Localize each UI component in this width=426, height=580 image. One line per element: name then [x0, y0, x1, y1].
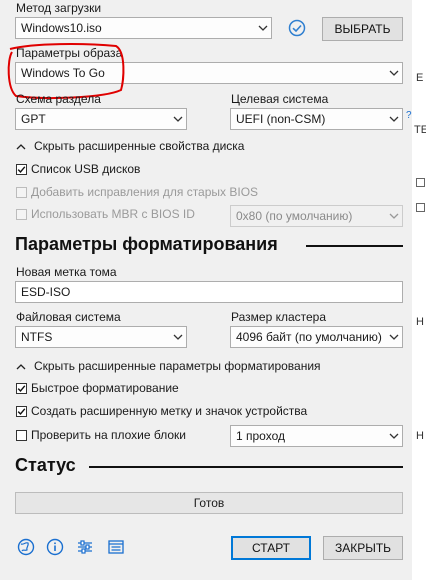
mbr-bios-id-checkbox[interactable]: Использовать MBR с BIOS ID [16, 207, 195, 221]
quick-format-checkbox[interactable]: Быстрое форматирование [16, 381, 179, 395]
format-options-heading: Параметры форматирования [15, 234, 278, 254]
bad-blocks-label: Проверить на плохие блоки [31, 428, 186, 442]
globe-icon[interactable] [16, 537, 36, 557]
volume-label-input[interactable]: ESD-ISO [15, 281, 403, 303]
drive-properties-toggle-label: Скрыть расширенные свойства диска [34, 139, 245, 153]
target-system-label: Целевая система [231, 92, 329, 106]
cluster-size-dropdown[interactable]: 4096 байт (по умолчанию) [230, 326, 403, 348]
old-bios-fixes-checkbox[interactable]: Добавить исправления для старых BIOS [16, 185, 258, 199]
checkmark-icon [16, 382, 27, 394]
target-system-dropdown[interactable]: UEFI (non-CSM) [230, 108, 403, 130]
checkmark-icon [16, 405, 27, 417]
passes-value: 1 проход [236, 429, 285, 443]
checkbox-box [16, 429, 27, 441]
close-button[interactable]: ЗАКРЫТЬ [323, 536, 403, 560]
boot-selection-dropdown[interactable]: Windows10.iso [15, 17, 272, 39]
format-options-toggle-label: Скрыть расширенные параметры форматирова… [34, 359, 321, 373]
background-checkbox-fragment [416, 178, 425, 187]
section-divider [89, 466, 403, 468]
volume-label-label: Новая метка тома [16, 265, 117, 279]
info-icon[interactable] [45, 537, 65, 557]
partition-scheme-label: Схема раздела [16, 92, 101, 106]
chevron-down-icon [386, 70, 402, 76]
old-bios-fixes-label: Добавить исправления для старых BIOS [31, 185, 259, 199]
filesystem-dropdown[interactable]: NTFS [15, 326, 187, 348]
chevron-down-icon [170, 116, 186, 122]
background-text-fragment: Е [416, 72, 424, 84]
chevron-down-icon [386, 116, 402, 122]
passes-dropdown[interactable]: 1 проход [230, 425, 403, 447]
background-text-fragment: ТЕ [414, 124, 426, 136]
chevron-down-icon [386, 213, 402, 219]
quick-format-label: Быстрое форматирование [31, 381, 179, 395]
log-icon[interactable] [106, 537, 126, 557]
rufus-window: Метод загрузки Windows10.iso ВЫБРАТЬ Пар… [0, 0, 412, 580]
section-divider [306, 245, 403, 247]
checkmark-icon [16, 163, 27, 175]
chevron-down-icon [255, 25, 271, 31]
select-image-button[interactable]: ВЫБРАТЬ [322, 17, 403, 41]
filesystem-label: Файловая система [16, 310, 121, 324]
cluster-size-value: 4096 байт (по умолчанию) [236, 330, 382, 344]
checkbox-box [16, 208, 27, 220]
status-heading: Статус [15, 455, 76, 475]
status-progress-bar: Готов [15, 492, 403, 514]
chevron-up-icon [16, 359, 26, 373]
target-system-value: UEFI (non-CSM) [236, 112, 326, 126]
settings-sliders-icon[interactable] [75, 537, 95, 557]
help-icon[interactable]: ? [406, 110, 412, 121]
cluster-size-label: Размер кластера [231, 310, 327, 324]
extended-label-checkbox[interactable]: Создать расширенную метку и значок устро… [16, 404, 307, 418]
bios-id-value: 0x80 (по умолчанию) [236, 209, 353, 223]
bad-blocks-checkbox[interactable]: Проверить на плохие блоки [16, 428, 186, 442]
check-circle-icon[interactable] [287, 18, 307, 38]
start-button[interactable]: СТАРТ [231, 536, 311, 560]
partition-scheme-value: GPT [21, 112, 46, 126]
chevron-up-icon [16, 139, 26, 153]
checkbox-box [16, 186, 27, 198]
chevron-down-icon [386, 334, 402, 340]
mbr-bios-id-label: Использовать MBR с BIOS ID [31, 207, 195, 221]
chevron-down-icon [170, 334, 186, 340]
usb-list-checkbox[interactable]: Список USB дисков [16, 162, 140, 176]
boot-selection-value: Windows10.iso [21, 21, 102, 35]
background-text-fragment: Н [416, 316, 424, 328]
background-text-fragment: Н [416, 430, 424, 442]
boot-selection-label: Метод загрузки [16, 1, 102, 15]
extended-label-label: Создать расширенную метку и значок устро… [31, 404, 308, 418]
background-checkbox-fragment [416, 203, 425, 212]
usb-list-label: Список USB дисков [31, 162, 141, 176]
hide-format-options-toggle[interactable]: Скрыть расширенные параметры форматирова… [16, 359, 321, 373]
chevron-down-icon [386, 433, 402, 439]
partition-scheme-dropdown[interactable]: GPT [15, 108, 187, 130]
bios-id-dropdown[interactable]: 0x80 (по умолчанию) [230, 205, 403, 227]
filesystem-value: NTFS [21, 330, 53, 344]
background-window-edge: Е ТЕ Н Н [412, 0, 426, 580]
hide-drive-properties-toggle[interactable]: Скрыть расширенные свойства диска [16, 139, 244, 153]
